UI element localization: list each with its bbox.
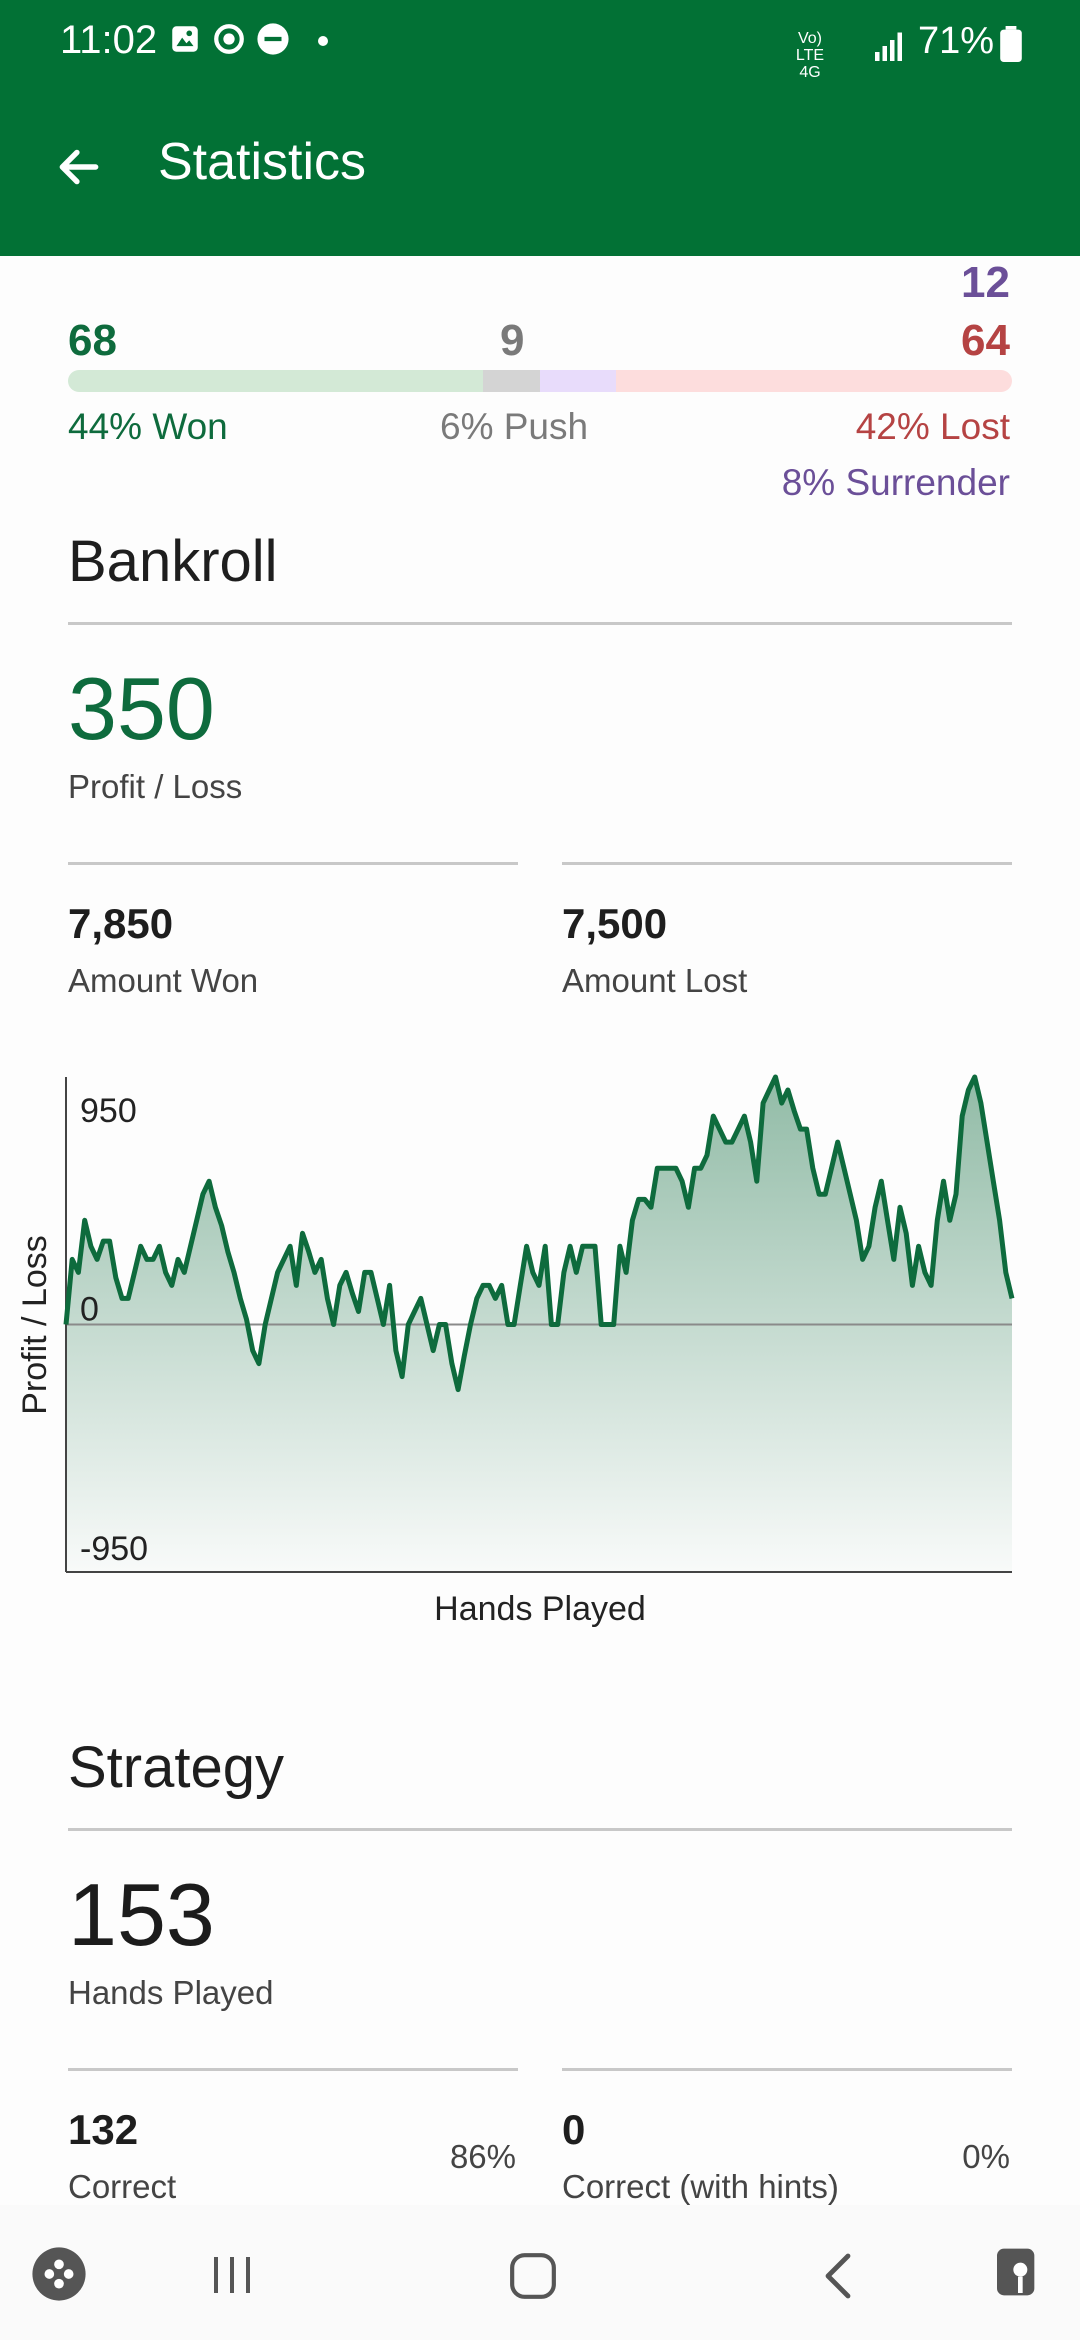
hands-played-value: 153	[68, 1865, 215, 1964]
amount-won-label: Amount Won	[68, 962, 259, 999]
y-axis-label: Profit / Loss	[16, 1235, 54, 1415]
y-tick-label: 0	[80, 1291, 99, 1329]
bankroll-heading: Bankroll	[68, 529, 278, 594]
y-tick-label: -950	[80, 1530, 148, 1568]
surrender-count: 12	[961, 258, 1010, 307]
y-tick-label: 950	[80, 1092, 137, 1130]
hands-played-label: Hands Played	[68, 1974, 274, 2011]
lost-label: 42% Lost	[855, 406, 1010, 447]
status-bar: 11:02 Vo) LTE 4G 71%	[0, 0, 1080, 90]
amount-lost-label: Amount Lost	[562, 962, 748, 999]
correct-value: 132	[68, 2106, 139, 2153]
sync-icon	[214, 24, 244, 54]
x-axis-label: Hands Played	[434, 1590, 646, 1628]
home-icon[interactable]	[508, 2251, 558, 2301]
outcome-bar-won	[68, 370, 484, 392]
correct-label: Correct	[68, 2168, 177, 2205]
recent-apps-icon[interactable]	[208, 2253, 256, 2297]
amount-lost-value: 7,500	[562, 900, 668, 947]
push-label: 6% Push	[440, 406, 589, 447]
signal-icon	[875, 32, 902, 61]
divider	[68, 1828, 1012, 1831]
divider	[68, 622, 1012, 625]
notification-dot-icon	[318, 36, 328, 46]
won-label: 44% Won	[68, 406, 228, 447]
lost-count: 64	[961, 316, 1010, 365]
amount-won-value: 7,850	[68, 900, 174, 947]
game-launcher-icon[interactable]	[30, 2245, 88, 2303]
profit-label: Profit / Loss	[68, 768, 243, 805]
gallery-icon	[172, 26, 198, 52]
push-count: 9	[500, 316, 525, 365]
system-nav-bar	[0, 2205, 1080, 2340]
accessibility-touch-icon[interactable]	[990, 2243, 1046, 2301]
strategy-heading: Strategy	[68, 1735, 284, 1800]
status-time: 11:02	[60, 18, 158, 62]
profit-value: 350	[68, 659, 215, 758]
divider	[562, 2068, 1012, 2071]
back-nav-icon[interactable]	[818, 2251, 858, 2301]
outcome-bar-lost	[615, 370, 1012, 392]
page-title: Statistics	[158, 133, 367, 191]
outcome-bar	[68, 370, 1012, 392]
profit-loss-chart: 950 0 -950 Hands Played Profit / Loss	[16, 1074, 1015, 1628]
hints-value: 0	[562, 2106, 586, 2153]
back-arrow-icon[interactable]	[54, 142, 104, 192]
divider	[562, 862, 1012, 865]
hints-label: Correct (with hints)	[562, 2168, 839, 2205]
won-count: 68	[68, 316, 117, 365]
outcome-bar-push	[483, 370, 540, 392]
divider	[68, 2068, 518, 2071]
hints-percent: 0%	[962, 2138, 1010, 2175]
app-bar: Statistics	[0, 90, 1080, 256]
battery-percent: 71%	[918, 20, 995, 62]
surrender-label: 8% Surrender	[781, 462, 1010, 503]
outcome-bar-surrender	[539, 370, 616, 392]
divider	[68, 862, 518, 865]
do-not-disturb-icon	[257, 23, 289, 55]
correct-percent: 86%	[449, 2138, 516, 2175]
network-label: Vo) LTE 4G	[795, 30, 825, 81]
battery-icon	[1000, 26, 1022, 62]
